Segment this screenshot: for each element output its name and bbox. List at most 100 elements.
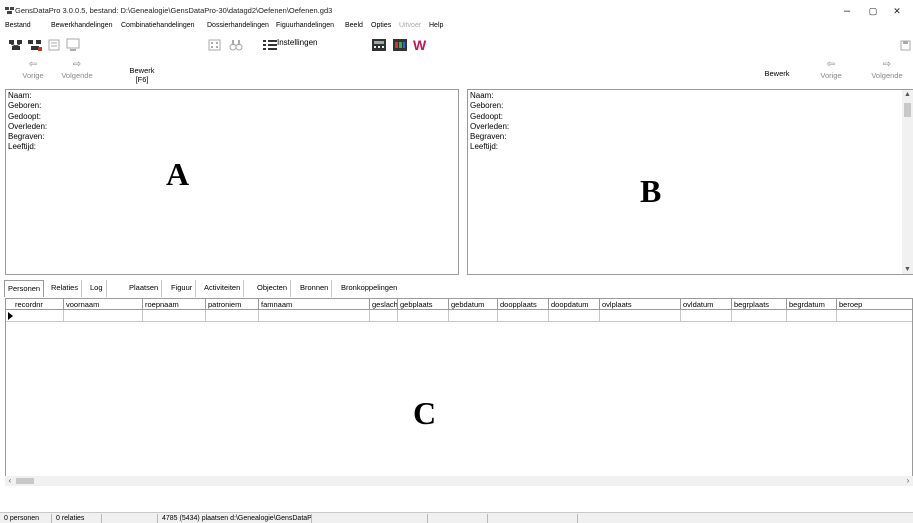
cell-ovldatum[interactable] bbox=[681, 310, 732, 322]
tab-bronnen[interactable]: Bronnen bbox=[297, 280, 333, 297]
monitor-icon[interactable] bbox=[65, 38, 81, 52]
scroll-thumb[interactable] bbox=[16, 478, 34, 484]
menu-dossierhandelingen[interactable]: Dossierhandelingen bbox=[207, 22, 269, 29]
cell-doopdatum[interactable] bbox=[549, 310, 600, 322]
marker-a: A bbox=[166, 156, 190, 192]
building-icon[interactable] bbox=[207, 38, 223, 52]
right-bewerk-button[interactable]: Bewerk bbox=[760, 69, 794, 78]
field-geboren: Geboren: bbox=[8, 101, 42, 111]
col-begrplaats[interactable]: begrplaats bbox=[732, 299, 787, 310]
col-famnaam[interactable]: famnaam bbox=[259, 299, 370, 310]
tab-plaatsen[interactable]: Plaatsen bbox=[126, 280, 163, 297]
arrow-right-icon: ⇨ bbox=[72, 59, 82, 70]
tab-bronkoppelingen[interactable]: Bronkoppelingen bbox=[338, 280, 400, 297]
cell-roepnaam[interactable] bbox=[143, 310, 206, 322]
col-doopplaats[interactable]: doopplaats bbox=[498, 299, 549, 310]
person-fields-a: Naam: Geboren: Gedoopt: Overleden: Begra… bbox=[8, 91, 47, 153]
scroll-right-icon[interactable]: › bbox=[903, 476, 913, 486]
binoculars-icon[interactable] bbox=[228, 38, 244, 52]
calculator-icon[interactable] bbox=[371, 38, 387, 52]
tab-personen[interactable]: Personen bbox=[4, 280, 45, 297]
vertical-scrollbar[interactable]: ▲ ▼ bbox=[902, 90, 913, 274]
col-doopdatum[interactable]: doopdatum bbox=[549, 299, 600, 310]
menu-uitvoer[interactable]: Uitvoer bbox=[399, 22, 421, 29]
film-icon[interactable] bbox=[392, 38, 408, 52]
cell-recordnr[interactable] bbox=[6, 310, 64, 322]
cell-begrplaats[interactable] bbox=[732, 310, 787, 322]
table-row[interactable] bbox=[6, 310, 912, 322]
cell-patroniem[interactable] bbox=[206, 310, 259, 322]
cell-famnaam[interactable] bbox=[259, 310, 370, 322]
instellingen-button[interactable]: Instellingen bbox=[277, 38, 317, 47]
cell-ovlplaats[interactable] bbox=[600, 310, 681, 322]
person-panel-a[interactable]: Naam: Geboren: Gedoopt: Overleden: Begra… bbox=[5, 89, 459, 275]
left-bewerk-button[interactable]: Bewerk [F6] bbox=[125, 66, 159, 84]
left-bewerk-key: [F6] bbox=[135, 75, 149, 84]
menu-beeld[interactable]: Beeld bbox=[345, 22, 363, 29]
field-overleden: Overleden: bbox=[8, 121, 48, 131]
tab-objecten[interactable]: Objecten bbox=[254, 280, 292, 297]
col-beroep[interactable]: beroep bbox=[837, 299, 913, 310]
menu-bestand[interactable]: Bestand bbox=[5, 22, 31, 29]
col-ovldatum[interactable]: ovldatum bbox=[681, 299, 732, 310]
col-geslacht[interactable]: geslacht bbox=[370, 299, 398, 310]
cell-gebdatum[interactable] bbox=[449, 310, 498, 322]
field-begraven: Begraven: bbox=[8, 132, 45, 142]
col-ovlplaats[interactable]: ovlplaats bbox=[600, 299, 681, 310]
cell-gebplaats[interactable] bbox=[398, 310, 449, 322]
left-next-label: Volgende bbox=[61, 71, 93, 80]
col-patroniem[interactable]: patroniem bbox=[206, 299, 259, 310]
personen-grid[interactable]: recordnr voornaam roepnaam patroniem fam… bbox=[5, 298, 913, 486]
document-icon[interactable] bbox=[47, 38, 63, 52]
cell-geslacht[interactable] bbox=[370, 310, 398, 322]
arrow-left-icon: ⇦ bbox=[28, 59, 38, 70]
save-icon[interactable] bbox=[898, 38, 913, 52]
list-settings-icon[interactable] bbox=[262, 38, 278, 52]
right-next-button[interactable]: ⇨ Volgende bbox=[866, 59, 908, 80]
navigation-bar: ⇦ Vorige ⇨ Volgende Bewerk [F6] Bewerk ⇦… bbox=[0, 56, 913, 88]
menu-help[interactable]: Help bbox=[429, 22, 443, 29]
field-naam: Naam: bbox=[470, 91, 494, 100]
col-roepnaam[interactable]: roepnaam bbox=[143, 299, 206, 310]
horizontal-scrollbar[interactable]: ‹ › bbox=[5, 476, 913, 486]
col-gebdatum[interactable]: gebdatum bbox=[449, 299, 498, 310]
word-export-icon[interactable]: W bbox=[413, 38, 429, 52]
person-panel-b[interactable]: Naam: Geboren: Gedoopt: Overleden: Begra… bbox=[467, 89, 913, 275]
scroll-up-icon[interactable]: ▲ bbox=[902, 91, 913, 98]
menu-combinatiehandelingen[interactable]: Combinatiehandelingen bbox=[121, 22, 195, 29]
tab-activiteiten[interactable]: Activiteiten bbox=[201, 280, 245, 297]
col-voornaam[interactable]: voornaam bbox=[64, 299, 143, 310]
tab-relaties[interactable]: Relaties bbox=[48, 280, 83, 297]
left-next-button[interactable]: ⇨ Volgende bbox=[56, 59, 98, 80]
arrow-right-icon: ⇨ bbox=[882, 59, 892, 70]
scroll-thumb[interactable] bbox=[904, 103, 911, 117]
right-prev-button[interactable]: ⇦ Vorige bbox=[816, 59, 846, 80]
menu-bewerkhandelingen[interactable]: Bewerkhandelingen bbox=[51, 22, 113, 29]
menu-opties[interactable]: Opties bbox=[371, 22, 391, 29]
close-button[interactable]: ✕ bbox=[882, 2, 912, 20]
marker-c: C bbox=[413, 395, 437, 431]
tab-log[interactable]: Log bbox=[87, 280, 107, 297]
field-leeftijd: Leeftijd: bbox=[8, 142, 37, 152]
person-icon[interactable] bbox=[8, 38, 24, 52]
scroll-down-icon[interactable]: ▼ bbox=[902, 266, 913, 273]
arrow-left-icon: ⇦ bbox=[826, 59, 836, 70]
menu-bar: Bestand Bewerkhandelingen Combinatiehand… bbox=[0, 21, 913, 34]
cell-voornaam[interactable] bbox=[64, 310, 143, 322]
col-gebplaats[interactable]: gebplaats bbox=[398, 299, 449, 310]
tab-figuur[interactable]: Figuur bbox=[168, 280, 197, 297]
left-prev-button[interactable]: ⇦ Vorige bbox=[18, 59, 48, 80]
scroll-left-icon[interactable]: ‹ bbox=[5, 476, 15, 486]
title-bar: GensDataPro 3.0.0.5, bestand: D:\Genealo… bbox=[0, 0, 913, 22]
status-empty-1 bbox=[104, 514, 158, 523]
cell-doopplaats[interactable] bbox=[498, 310, 549, 322]
menu-figuurhandelingen[interactable]: Figuurhandelingen bbox=[276, 22, 334, 29]
status-plaatsen: 4785 (5434) plaatsen d:\Genealogie\GensD… bbox=[162, 514, 312, 523]
cell-begrdatum[interactable] bbox=[787, 310, 837, 322]
marker-b: B bbox=[640, 173, 662, 209]
col-recordnr[interactable]: recordnr bbox=[6, 299, 64, 310]
status-empty-3 bbox=[430, 514, 488, 523]
left-bewerk-label: Bewerk bbox=[129, 66, 155, 75]
relation-icon[interactable] bbox=[27, 38, 43, 52]
col-begrdatum[interactable]: begrdatum bbox=[787, 299, 837, 310]
